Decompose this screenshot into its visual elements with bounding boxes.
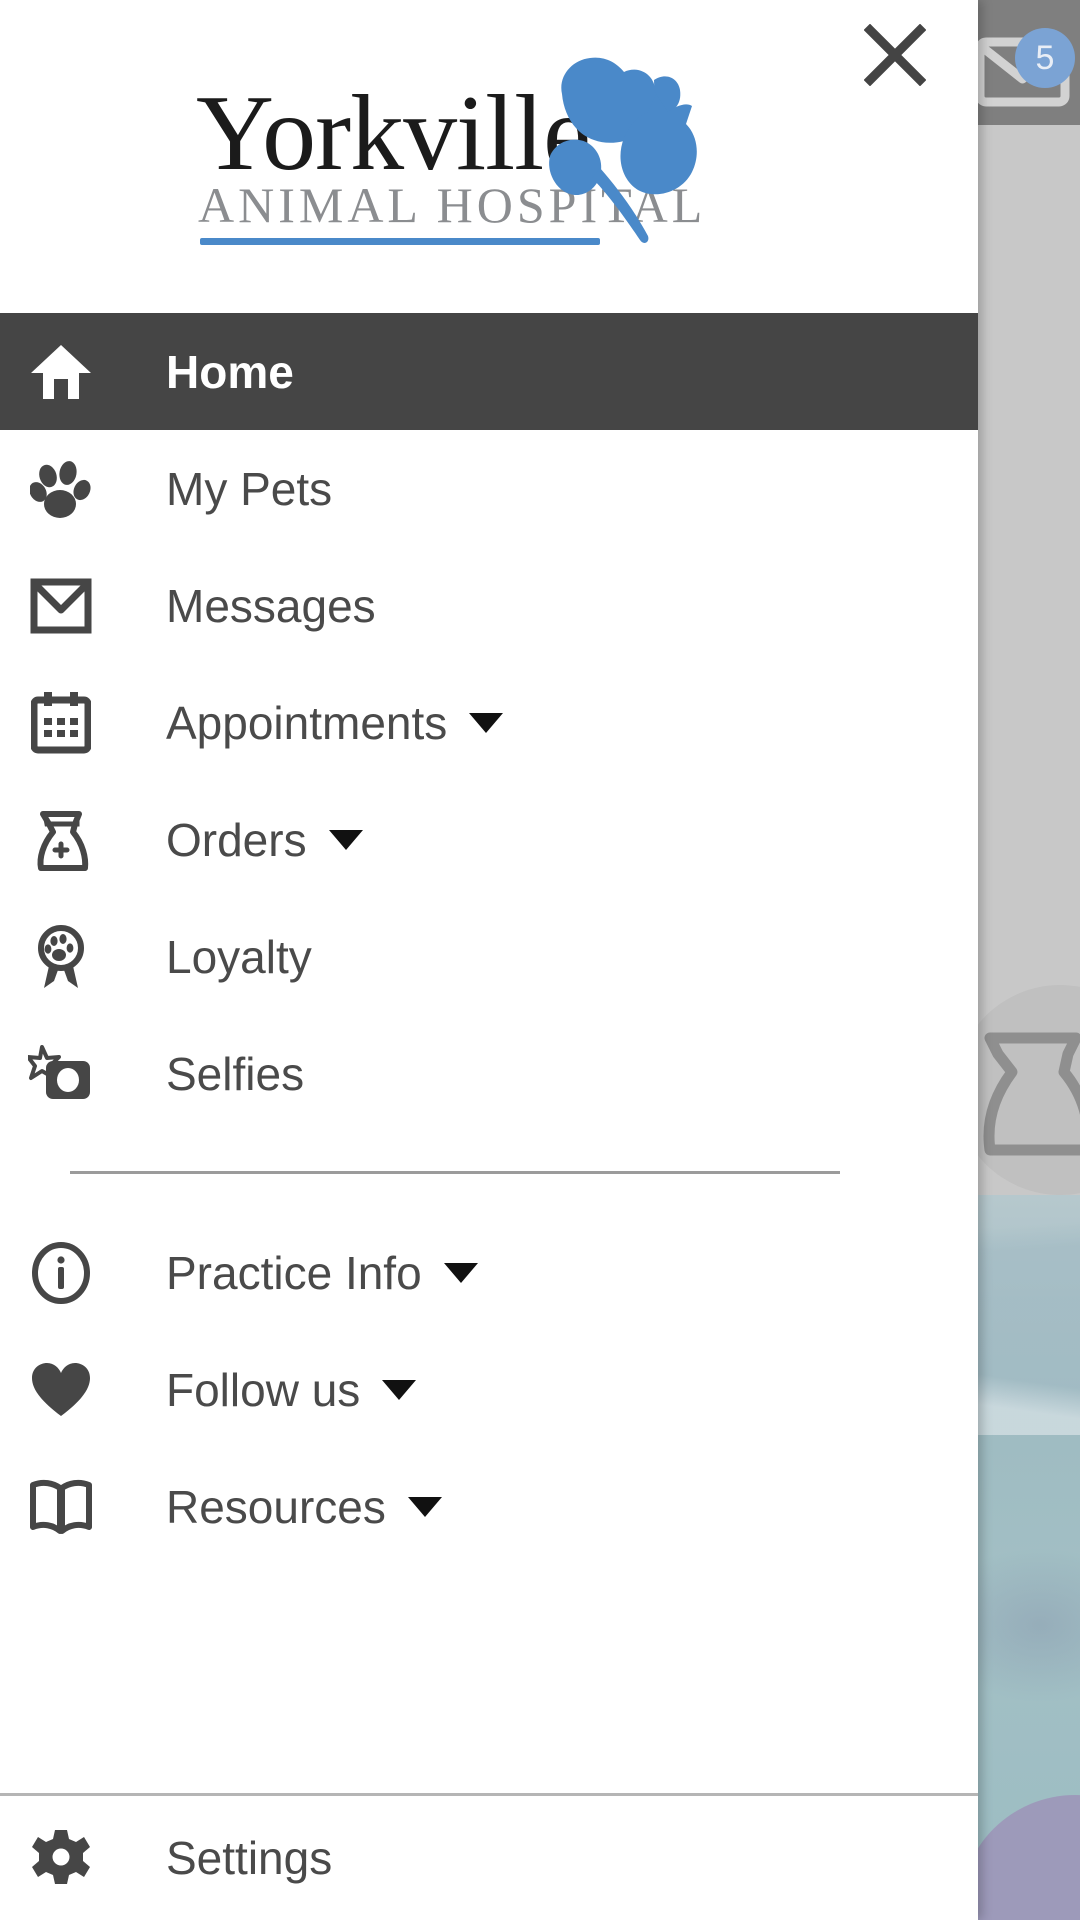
menu-item-label: Practice Info (166, 1246, 422, 1299)
dog-cat-silhouette-icon (528, 50, 708, 255)
menu-item-settings[interactable]: Settings (0, 1796, 978, 1920)
gear-icon (0, 1828, 122, 1888)
menu-item-label: Home (166, 345, 294, 398)
menu-item-selfies[interactable]: Selfies (0, 1015, 978, 1132)
menu-divider (70, 1171, 840, 1174)
app-screen: 5 Yorkville ANIMAL HOSPITAL Home My Pets… (0, 0, 1080, 1920)
open-book-icon (0, 1479, 122, 1535)
chevron-down-icon[interactable] (443, 1262, 478, 1283)
menu-item-follow-us[interactable]: Follow us (0, 1331, 978, 1448)
navigation-drawer: Yorkville ANIMAL HOSPITAL Home My Pets M… (0, 0, 978, 1920)
drawer-header: Yorkville ANIMAL HOSPITAL (0, 0, 978, 313)
menu-item-messages[interactable]: Messages (0, 547, 978, 664)
menu-item-loyalty[interactable]: Loyalty (0, 898, 978, 1015)
chevron-down-icon[interactable] (382, 1379, 417, 1400)
menu-item-resources[interactable]: Resources (0, 1448, 978, 1565)
menu-item-label: Follow us (166, 1363, 361, 1416)
menu-item-label: Orders (166, 813, 307, 866)
food-bag-icon (0, 808, 122, 872)
unread-badge: 5 (1015, 28, 1075, 88)
heart-icon (0, 1361, 122, 1419)
award-paw-icon (0, 924, 122, 990)
chevron-down-icon[interactable] (469, 712, 504, 733)
envelope-icon (0, 578, 122, 634)
menu-item-my-pets[interactable]: My Pets (0, 430, 978, 547)
info-circle-icon (0, 1241, 122, 1304)
menu-item-label: Selfies (166, 1047, 305, 1100)
chevron-down-icon[interactable] (407, 1496, 442, 1517)
menu-item-label: Appointments (166, 696, 448, 749)
menu-item-label: Messages (166, 579, 376, 632)
messages-button[interactable]: 5 (975, 28, 1080, 108)
chevron-down-icon[interactable] (328, 829, 363, 850)
pet-food-bag-icon (968, 1010, 1080, 1175)
menu-item-label: Resources (166, 1480, 386, 1533)
menu-item-label: Settings (166, 1832, 333, 1884)
calendar-icon (0, 691, 122, 754)
menu-item-label: My Pets (166, 462, 333, 515)
menu-item-orders[interactable]: Orders (0, 781, 978, 898)
home-icon (0, 343, 122, 401)
practice-logo: Yorkville ANIMAL HOSPITAL (196, 57, 816, 248)
primary-menu: Home My Pets Messages Appointments Order… (0, 313, 978, 1565)
close-icon[interactable] (860, 20, 930, 90)
menu-item-label: Loyalty (166, 930, 312, 983)
menu-item-appointments[interactable]: Appointments (0, 664, 978, 781)
menu-item-home[interactable]: Home (0, 313, 978, 430)
paw-icon (0, 458, 122, 520)
camera-star-icon (0, 1044, 122, 1103)
menu-item-practice-info[interactable]: Practice Info (0, 1214, 978, 1331)
drawer-footer: Settings (0, 1793, 978, 1920)
